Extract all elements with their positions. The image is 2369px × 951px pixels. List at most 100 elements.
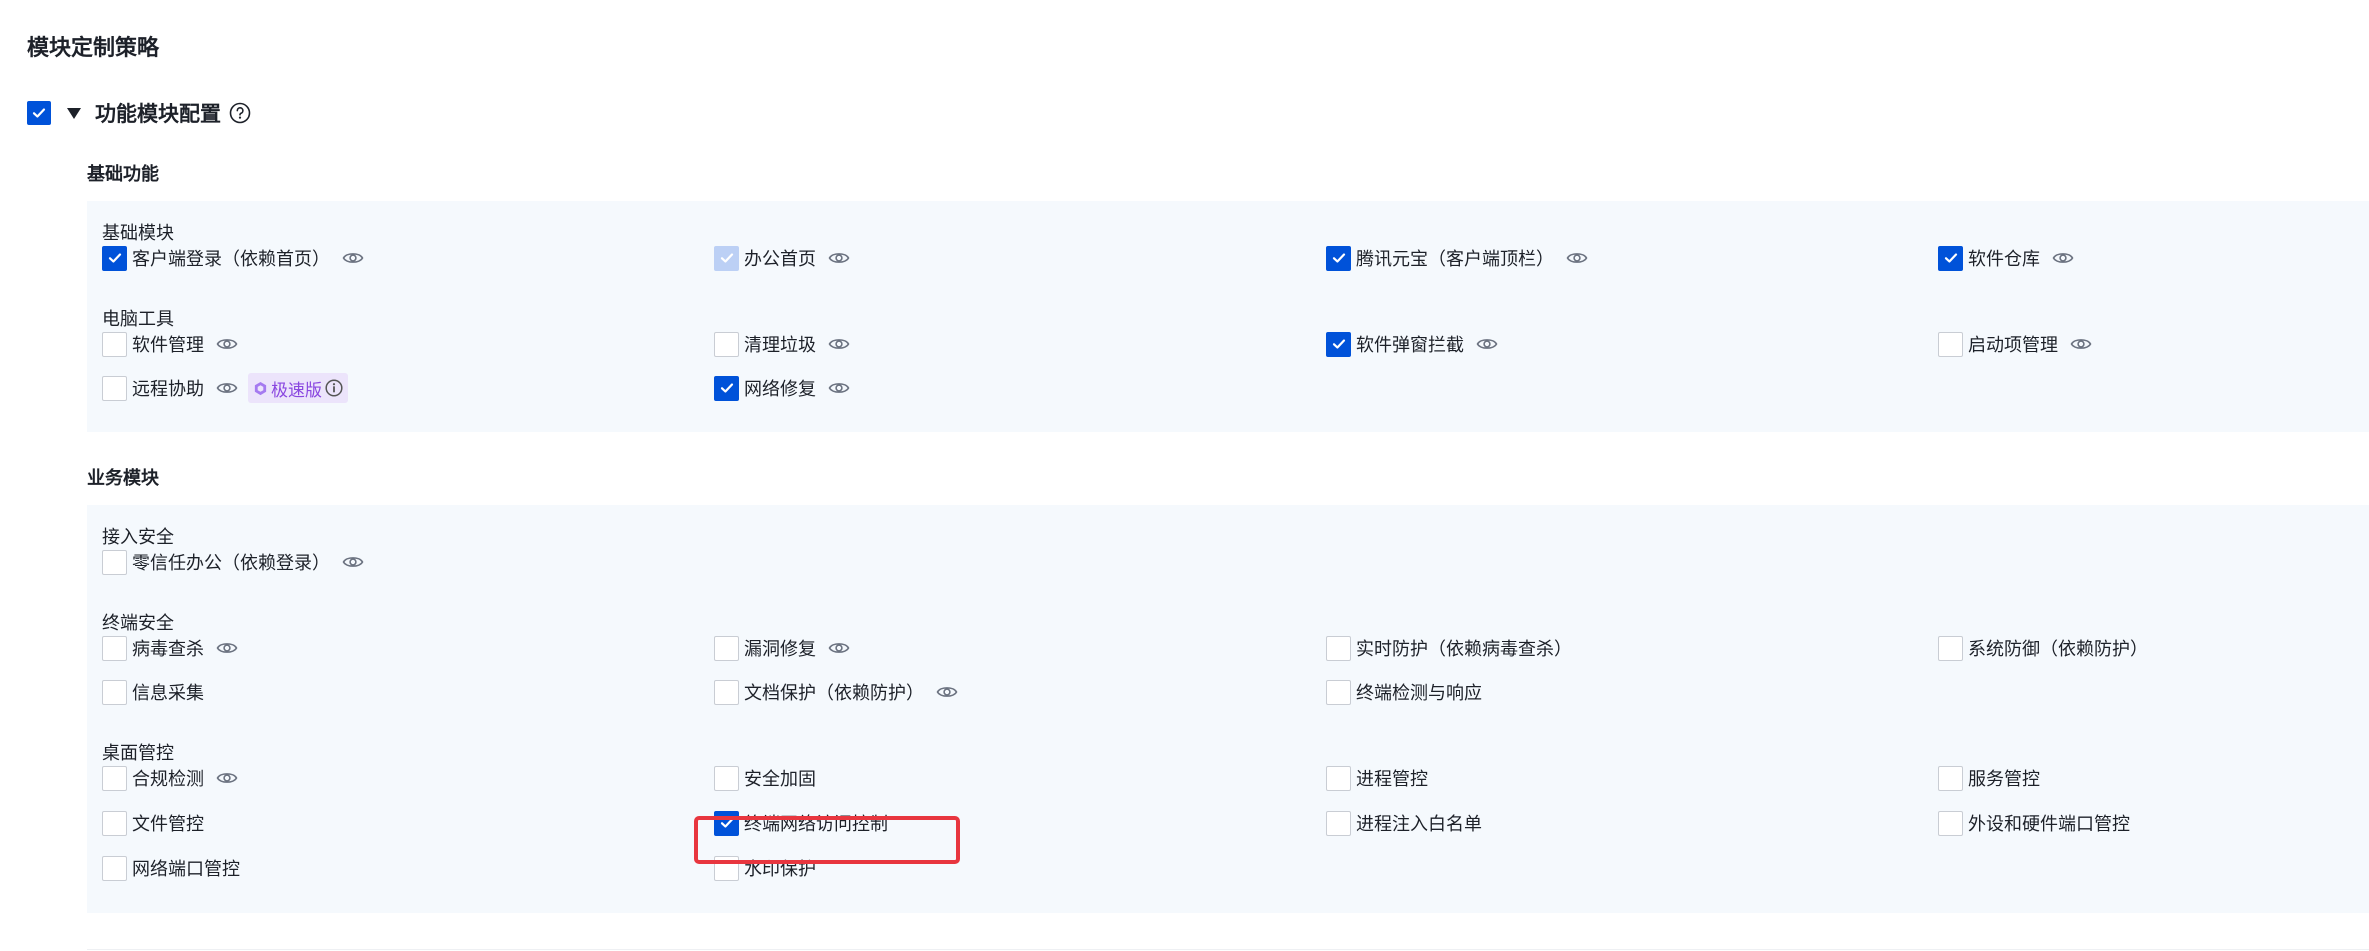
module-checkbox[interactable] — [102, 331, 127, 357]
help-icon[interactable] — [229, 102, 251, 124]
module-label: 清理垃圾 — [744, 335, 816, 356]
info-icon[interactable] — [325, 379, 343, 397]
module-option[interactable]: 终端检测与响应 — [1326, 679, 1482, 705]
module-option[interactable]: 外设和硬件端口管控 — [1938, 810, 2130, 836]
eye-icon[interactable] — [1476, 336, 1498, 352]
module-option[interactable]: 软件管理 — [102, 331, 238, 357]
check-icon — [1332, 253, 1345, 263]
module-option[interactable]: 信息采集 — [102, 679, 204, 705]
module-checkbox[interactable] — [1938, 245, 1963, 271]
module-option[interactable]: 系统防御（依赖防护） — [1938, 635, 2148, 661]
module-checkbox[interactable] — [1938, 765, 1963, 791]
module-checkbox[interactable] — [1326, 810, 1351, 836]
module-checkbox[interactable] — [102, 765, 127, 791]
module-option[interactable]: 病毒查杀 — [102, 635, 238, 661]
module-option[interactable]: 网络端口管控 — [102, 855, 240, 881]
eye-icon[interactable] — [2070, 336, 2092, 352]
eye-icon[interactable] — [342, 554, 364, 570]
module-checkbox[interactable] — [714, 635, 739, 661]
eye-icon[interactable] — [936, 684, 958, 700]
module-label: 腾讯元宝（客户端顶栏） — [1356, 249, 1554, 270]
module-label: 网络修复 — [744, 379, 816, 400]
module-checkbox[interactable] — [714, 679, 739, 705]
module-option[interactable]: 清理垃圾 — [714, 331, 850, 357]
module-checkbox[interactable] — [1938, 331, 1963, 357]
eye-icon[interactable] — [1566, 250, 1588, 266]
eye-icon[interactable] — [828, 336, 850, 352]
module-label: 远程协助 — [132, 379, 204, 400]
check-icon — [32, 108, 46, 118]
module-label: 进程注入白名单 — [1356, 814, 1482, 835]
module-option[interactable]: 安全加固 — [714, 765, 816, 791]
eye-icon[interactable] — [828, 640, 850, 656]
eye-icon[interactable] — [216, 640, 238, 656]
module-option[interactable]: 文件管控 — [102, 810, 204, 836]
module-label: 信息采集 — [132, 683, 204, 704]
section-header-function-modules: 功能模块配置 — [27, 96, 251, 130]
module-option[interactable]: 合规检测 — [102, 765, 238, 791]
check-icon — [720, 383, 733, 393]
module-option[interactable]: 客户端登录（依赖首页） — [102, 245, 364, 271]
module-option[interactable]: 零信任办公（依赖登录） — [102, 549, 364, 575]
module-checkbox[interactable] — [102, 635, 127, 661]
module-checkbox[interactable] — [102, 549, 127, 575]
module-checkbox[interactable] — [1326, 331, 1351, 357]
module-option[interactable]: 服务管控 — [1938, 765, 2040, 791]
module-option[interactable]: 启动项管理 — [1938, 331, 2092, 357]
module-option[interactable]: 远程协助 极速版 — [102, 373, 348, 403]
group-title-basic: 基础功能 — [87, 164, 159, 185]
module-label: 病毒查杀 — [132, 639, 204, 660]
eye-icon[interactable] — [828, 380, 850, 396]
subgroup-title: 基础模块 — [102, 223, 174, 244]
module-label: 服务管控 — [1968, 769, 2040, 790]
eye-icon[interactable] — [216, 380, 238, 396]
eye-icon[interactable] — [216, 770, 238, 786]
eye-icon[interactable] — [828, 250, 850, 266]
module-option[interactable]: 文档保护（依赖防护） — [714, 679, 958, 705]
module-checkbox[interactable] — [714, 765, 739, 791]
module-checkbox[interactable] — [714, 331, 739, 357]
page-title: 模块定制策略 — [27, 36, 160, 61]
module-option[interactable]: 腾讯元宝（客户端顶栏） — [1326, 245, 1588, 271]
module-label: 进程管控 — [1356, 769, 1428, 790]
eye-icon[interactable] — [216, 336, 238, 352]
module-checkbox[interactable] — [102, 375, 127, 401]
section-checkbox[interactable] — [27, 101, 51, 125]
eye-icon[interactable] — [2052, 250, 2074, 266]
module-checkbox[interactable] — [102, 679, 127, 705]
module-checkbox[interactable] — [714, 245, 739, 271]
module-checkbox[interactable] — [1938, 810, 1963, 836]
module-checkbox[interactable] — [1326, 765, 1351, 791]
subgroup-title: 电脑工具 — [102, 309, 174, 330]
module-label: 外设和硬件端口管控 — [1968, 814, 2130, 835]
subgroup-title: 桌面管控 — [102, 743, 174, 764]
module-option[interactable]: 实时防护（依赖病毒查杀） — [1326, 635, 1572, 661]
module-checkbox[interactable] — [714, 375, 739, 401]
panel-business — [87, 505, 2369, 913]
caret-down-icon[interactable] — [67, 107, 81, 119]
module-checkbox[interactable] — [102, 245, 127, 271]
section-label: 功能模块配置 — [95, 102, 221, 126]
module-option[interactable]: 软件弹窗拦截 — [1326, 331, 1498, 357]
module-label: 文档保护（依赖防护） — [744, 683, 924, 704]
divider — [87, 949, 2369, 950]
module-label: 启动项管理 — [1968, 335, 2058, 356]
module-option[interactable]: 进程管控 — [1326, 765, 1428, 791]
module-option[interactable]: 漏洞修复 — [714, 635, 850, 661]
module-checkbox[interactable] — [1326, 245, 1351, 271]
module-option[interactable]: 进程注入白名单 — [1326, 810, 1482, 836]
module-checkbox[interactable] — [1326, 679, 1351, 705]
eye-icon[interactable] — [342, 250, 364, 266]
module-checkbox[interactable] — [102, 810, 127, 836]
check-icon — [1944, 253, 1957, 263]
module-checkbox[interactable] — [1326, 635, 1351, 661]
gem-icon — [253, 381, 268, 396]
module-option[interactable]: 软件仓库 — [1938, 245, 2074, 271]
module-label: 漏洞修复 — [744, 639, 816, 660]
module-option[interactable]: 办公首页 — [714, 245, 850, 271]
module-checkbox[interactable] — [102, 855, 127, 881]
subgroup-title: 接入安全 — [102, 527, 174, 548]
module-option[interactable]: 网络修复 — [714, 375, 850, 401]
group-title-business: 业务模块 — [87, 468, 159, 489]
module-checkbox[interactable] — [1938, 635, 1963, 661]
